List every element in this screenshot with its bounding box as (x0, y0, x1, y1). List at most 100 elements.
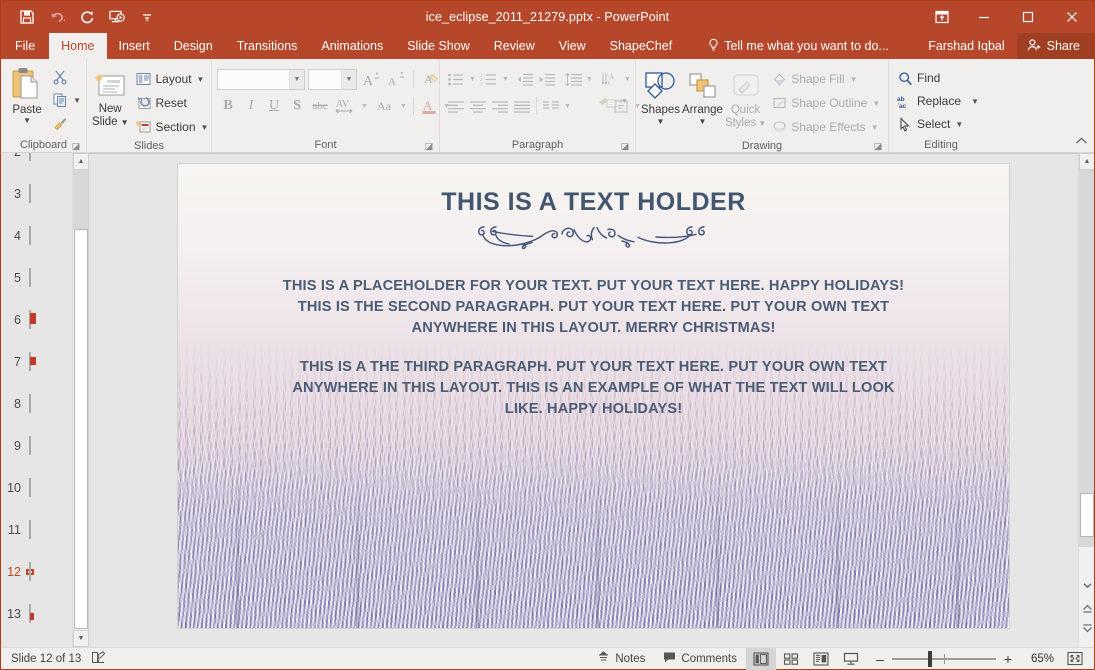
ribbon-display-options-icon[interactable] (922, 1, 962, 33)
tab-design[interactable]: Design (162, 33, 225, 59)
tab-insert[interactable]: Insert (107, 33, 162, 59)
character-spacing-icon[interactable]: AV (332, 95, 358, 117)
font-dialog-launcher[interactable]: ◪ (423, 140, 435, 152)
font-color-icon[interactable]: A (418, 95, 440, 117)
zoom-slider[interactable] (892, 651, 996, 667)
columns-icon[interactable] (540, 95, 562, 117)
redo-icon[interactable] (73, 4, 101, 30)
thumbnail-scrollbar[interactable]: ▲ ▼ (72, 153, 88, 647)
thumbnail-slide-8[interactable]: 8 (1, 383, 72, 425)
drawing-dialog-launcher[interactable]: ◪ (872, 140, 884, 152)
account-name[interactable]: Farshad Iqbal (916, 33, 1016, 59)
select-caret-icon[interactable]: ▼ (955, 120, 963, 129)
thumbnail-scrollbar-thumb[interactable] (74, 229, 88, 629)
convert-to-smartart-caret-icon[interactable]: ▼ (619, 90, 630, 112)
select-button[interactable]: Select ▼ (894, 113, 982, 135)
bold-icon[interactable]: B (217, 95, 239, 117)
shapes-button[interactable]: Shapes ▼ (641, 65, 680, 126)
undo-icon[interactable] (43, 4, 71, 30)
line-spacing-caret-icon[interactable]: ▼ (584, 68, 595, 90)
columns-caret-icon[interactable]: ▼ (562, 95, 573, 117)
bullets-icon[interactable] (445, 68, 467, 90)
slide-title-placeholder[interactable]: THIS IS A TEXT HOLDER (441, 188, 746, 217)
underline-icon[interactable]: U (263, 95, 285, 117)
comments-button[interactable]: Comments (654, 648, 746, 670)
current-slide[interactable]: THIS IS A TEXT HOLDER (178, 164, 1009, 628)
thumbnail-scroll-down-button[interactable]: ▼ (73, 630, 89, 647)
align-left-icon[interactable] (445, 95, 467, 117)
slide-editing-area[interactable]: THIS IS A TEXT HOLDER (89, 153, 1094, 647)
strikethrough-icon[interactable]: abc (309, 95, 331, 117)
fit-to-window-button[interactable] (1062, 648, 1088, 670)
zoom-out-button[interactable]: – (874, 651, 886, 667)
slide-vertical-scrollbar[interactable]: ▲ (1078, 153, 1094, 647)
slide-scrollbar-thumb[interactable] (1080, 493, 1094, 537)
text-direction-icon[interactable]: A (600, 68, 622, 90)
thumbnail-slide-6[interactable]: 6 (1, 299, 72, 341)
align-right-icon[interactable] (489, 95, 511, 117)
thumbnail-slide-7[interactable]: 7 (1, 341, 72, 383)
slide-thumbnail-pane[interactable]: 2 3 4 5 (1, 153, 89, 647)
shape-fill-button[interactable]: Shape Fill ▼ (768, 68, 883, 90)
tab-review[interactable]: Review (482, 33, 547, 59)
increase-font-size-icon[interactable]: A (360, 68, 382, 90)
text-shadow-icon[interactable]: S (286, 95, 308, 117)
find-button[interactable]: Find (894, 67, 982, 89)
change-case-icon[interactable]: Aa (371, 95, 397, 117)
italic-icon[interactable]: I (240, 95, 262, 117)
thumbnail-scroll-up-button[interactable]: ▲ (73, 153, 89, 170)
new-slide-button[interactable]: New Slide ▼ (92, 64, 129, 128)
tab-animations[interactable]: Animations (309, 33, 395, 59)
reset-button[interactable]: Reset (133, 92, 212, 114)
tell-me-search[interactable]: Tell me what you want to do... (698, 33, 899, 59)
align-center-icon[interactable] (467, 95, 489, 117)
thumbnail-slide-5[interactable]: 5 (1, 257, 72, 299)
layout-dropdown-caret-icon[interactable]: ▼ (197, 75, 205, 84)
paste-dropdown-caret-icon[interactable]: ▼ (23, 117, 31, 125)
arrange-button[interactable]: Arrange ▼ (682, 65, 723, 126)
new-slide-dropdown-caret-icon[interactable]: ▼ (121, 119, 129, 127)
thumbnail-slide-4[interactable]: 4 (1, 215, 72, 257)
normal-view-button[interactable] (746, 648, 776, 670)
tab-slide-show[interactable]: Slide Show (395, 33, 482, 59)
tab-file[interactable]: File (1, 33, 49, 59)
zoom-control[interactable]: – + 65% (866, 651, 1062, 667)
cut-icon[interactable] (48, 66, 72, 88)
numbering-icon[interactable]: 123 (478, 68, 500, 90)
replace-button[interactable]: abac Replace ▼ (894, 90, 982, 112)
bullets-caret-icon[interactable]: ▼ (467, 68, 478, 90)
shape-effects-button[interactable]: Shape Effects ▼ (768, 116, 883, 138)
layout-button[interactable]: Layout ▼ (133, 68, 212, 90)
line-spacing-icon[interactable] (562, 68, 584, 90)
format-painter-icon[interactable] (48, 112, 72, 134)
decrease-list-level-icon[interactable] (514, 68, 536, 90)
thumbnail-slide-10[interactable]: 10 (1, 467, 72, 509)
copy-dropdown-caret-icon[interactable]: ▼ (73, 96, 81, 105)
tab-transitions[interactable]: Transitions (225, 33, 310, 59)
thumbnail-slide-2[interactable]: 2 (1, 153, 72, 173)
justify-icon[interactable] (511, 95, 533, 117)
thumbnail-slide-3[interactable]: 3 (1, 173, 72, 215)
shapes-dropdown-caret-icon[interactable]: ▼ (657, 118, 665, 126)
increase-list-level-icon[interactable] (536, 68, 558, 90)
tab-shapechef[interactable]: ShapeChef (598, 33, 685, 59)
close-button[interactable] (1050, 1, 1094, 33)
start-from-beginning-icon[interactable] (103, 4, 131, 30)
thumbnail-slide-11[interactable]: 11 (1, 509, 72, 551)
tab-view[interactable]: View (547, 33, 598, 59)
section-dropdown-caret-icon[interactable]: ▼ (201, 123, 209, 132)
quick-styles-caret-icon[interactable]: ▼ (758, 120, 766, 128)
shape-outline-button[interactable]: Shape Outline ▼ (768, 92, 883, 114)
zoom-level-label[interactable]: 65% (1020, 653, 1054, 665)
tab-home[interactable]: Home (49, 33, 106, 59)
scroll-up-button[interactable]: ▲ (1079, 153, 1094, 170)
reading-view-button[interactable] (806, 648, 836, 670)
clipboard-dialog-launcher[interactable]: ◪ (70, 140, 82, 152)
notes-button[interactable]: Notes (588, 648, 654, 670)
shape-fill-caret-icon[interactable]: ▼ (850, 75, 858, 84)
shape-outline-caret-icon[interactable]: ▼ (872, 99, 880, 108)
paste-button[interactable]: Paste ▼ (6, 64, 48, 125)
character-spacing-caret-icon[interactable]: ▼ (359, 95, 370, 117)
minimize-button[interactable] (962, 1, 1006, 33)
quick-styles-button[interactable]: Quick Styles ▼ (725, 65, 766, 129)
